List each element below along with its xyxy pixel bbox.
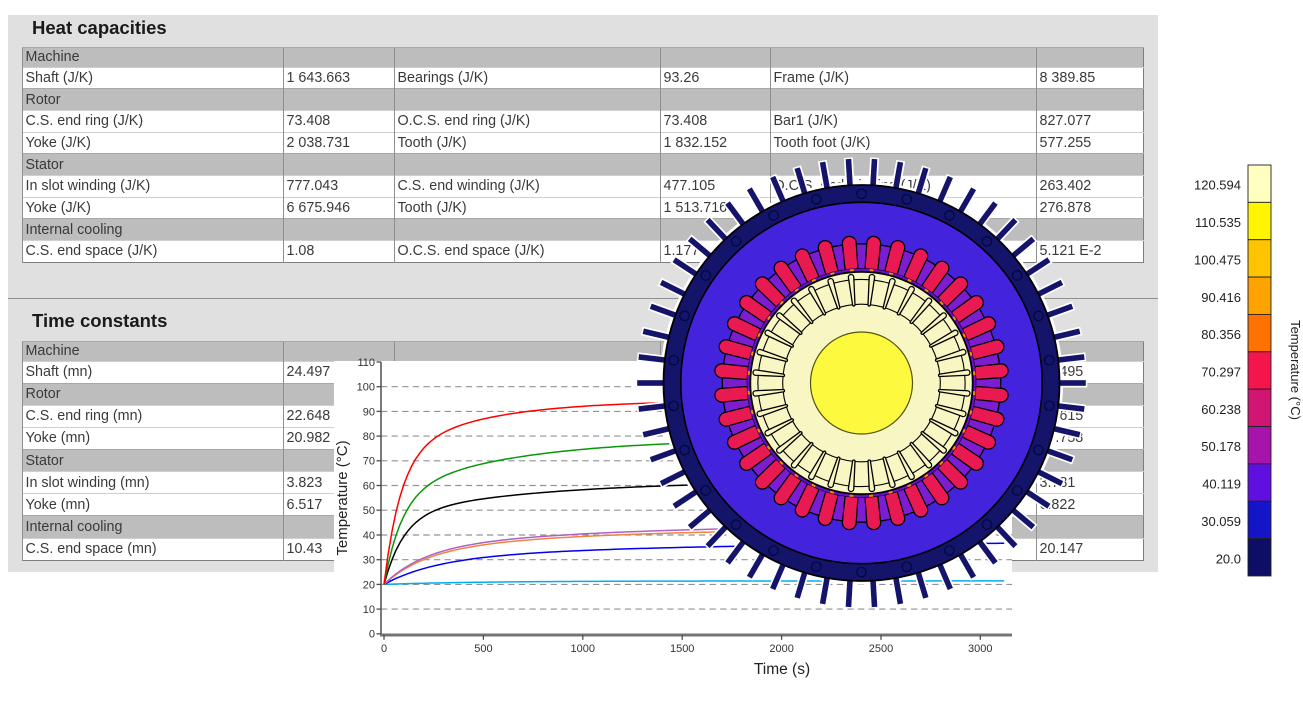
svg-text:100.475: 100.475 [1194, 252, 1241, 267]
svg-text:1500: 1500 [670, 643, 694, 655]
svg-text:50.178: 50.178 [1201, 439, 1241, 454]
svg-text:30: 30 [363, 555, 375, 567]
svg-text:50: 50 [363, 505, 375, 517]
svg-text:3000: 3000 [968, 643, 992, 655]
svg-text:0: 0 [369, 629, 375, 641]
svg-text:120.594: 120.594 [1194, 178, 1241, 193]
svg-text:Temperature (°C): Temperature (°C) [1288, 320, 1303, 420]
svg-text:20.0: 20.0 [1216, 551, 1241, 566]
svg-text:20: 20 [363, 579, 375, 591]
svg-text:0: 0 [381, 643, 387, 655]
svg-text:100: 100 [357, 382, 375, 394]
svg-text:90.416: 90.416 [1201, 290, 1241, 305]
svg-text:40: 40 [363, 530, 375, 542]
svg-text:60.238: 60.238 [1201, 402, 1241, 417]
svg-text:2500: 2500 [869, 643, 893, 655]
svg-text:2000: 2000 [769, 643, 793, 655]
svg-text:1000: 1000 [571, 643, 595, 655]
svg-text:110.535: 110.535 [1195, 215, 1241, 230]
svg-text:40.119: 40.119 [1202, 477, 1241, 492]
svg-text:110: 110 [357, 357, 375, 369]
svg-text:70: 70 [363, 456, 375, 468]
svg-text:Time (s): Time (s) [754, 661, 810, 678]
svg-text:70.297: 70.297 [1201, 364, 1241, 379]
svg-text:500: 500 [474, 643, 492, 655]
svg-text:80: 80 [363, 431, 375, 443]
svg-text:Temperature (°C): Temperature (°C) [334, 440, 351, 555]
svg-text:60: 60 [363, 480, 375, 492]
svg-text:30.059: 30.059 [1201, 514, 1241, 529]
svg-text:90: 90 [363, 406, 375, 418]
svg-text:80.356: 80.356 [1201, 327, 1241, 342]
svg-text:10: 10 [363, 604, 375, 616]
